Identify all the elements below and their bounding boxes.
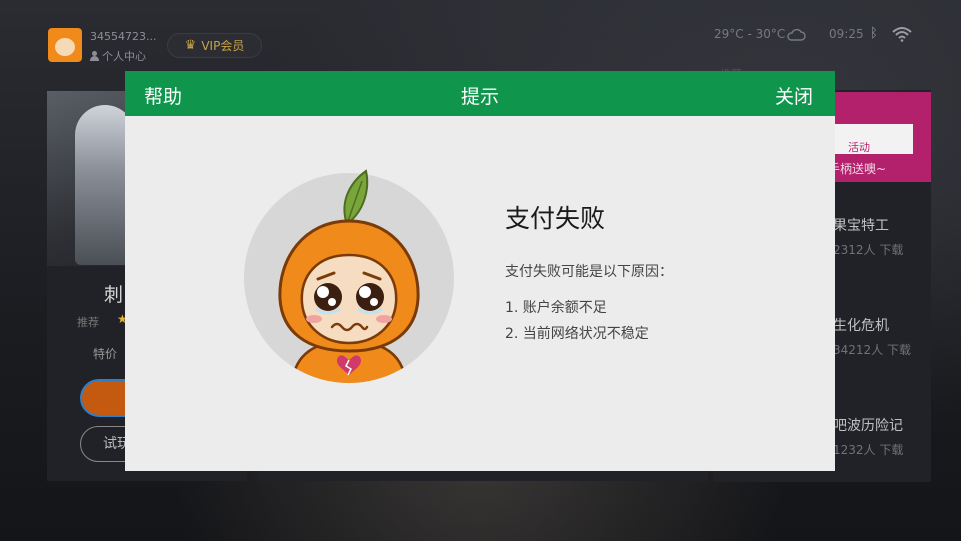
recommend-game-name[interactable]: 果宝特工 bbox=[833, 215, 889, 235]
recommend-label: 推荐 bbox=[77, 316, 99, 329]
message-description: 支付失败可能是以下原因： bbox=[505, 264, 673, 280]
temperature: 29°C - 30°C bbox=[714, 27, 786, 41]
recommend-game-name[interactable]: 生化危机 bbox=[833, 315, 889, 335]
promo-subtext: 手柄送噢~ bbox=[828, 162, 887, 176]
recommend-game-name[interactable]: 吧波历险记 bbox=[833, 415, 903, 435]
help-button[interactable]: 帮助 bbox=[144, 82, 182, 109]
avatar[interactable] bbox=[48, 28, 82, 62]
bluetooth-icon: ᛒ bbox=[870, 26, 878, 41]
dialog-title: 提示 bbox=[460, 86, 499, 108]
message-title: 支付失败 bbox=[505, 204, 606, 233]
clock: 09:25 bbox=[829, 27, 864, 41]
user-center-link[interactable]: 个人中心 bbox=[90, 48, 146, 64]
avatar-icon bbox=[55, 38, 75, 56]
reason-item: 1. 账户余额不足 bbox=[505, 300, 607, 316]
user-center-label: 个人中心 bbox=[102, 50, 146, 63]
cloud-icon bbox=[787, 28, 806, 41]
dialog-header: 帮助 提示 关闭 bbox=[125, 71, 835, 116]
close-button[interactable]: 关闭 bbox=[775, 82, 813, 109]
person-icon bbox=[90, 51, 99, 61]
game-title: 刺 bbox=[104, 284, 124, 306]
vip-label: VIP会员 bbox=[201, 39, 245, 53]
payment-failed-dialog: 帮助 提示 关闭 支付失败 支付失败可能是以下原因： 1. 账户余额不足 2. … bbox=[125, 71, 835, 471]
top-bar: 34554723... 个人中心 ♛ VIP会员 29°C - 30°C 09:… bbox=[0, 0, 961, 70]
reason-item: 2. 当前网络状况不稳定 bbox=[505, 326, 649, 342]
crown-icon: ♛ bbox=[184, 38, 197, 53]
price-label: 特价 bbox=[93, 347, 118, 361]
vip-button[interactable]: ♛ VIP会员 bbox=[167, 33, 262, 58]
recommend-game-downloads: 2312人 下载 bbox=[833, 243, 904, 257]
wifi-icon bbox=[892, 27, 912, 42]
recommend-game-downloads: 1232人 下载 bbox=[833, 443, 904, 457]
middle-card bbox=[258, 470, 708, 481]
user-id: 34554723... bbox=[90, 30, 157, 43]
recommend-game-downloads: 34212人 下载 bbox=[833, 343, 911, 357]
sad-orange-mascot-icon bbox=[278, 169, 420, 383]
